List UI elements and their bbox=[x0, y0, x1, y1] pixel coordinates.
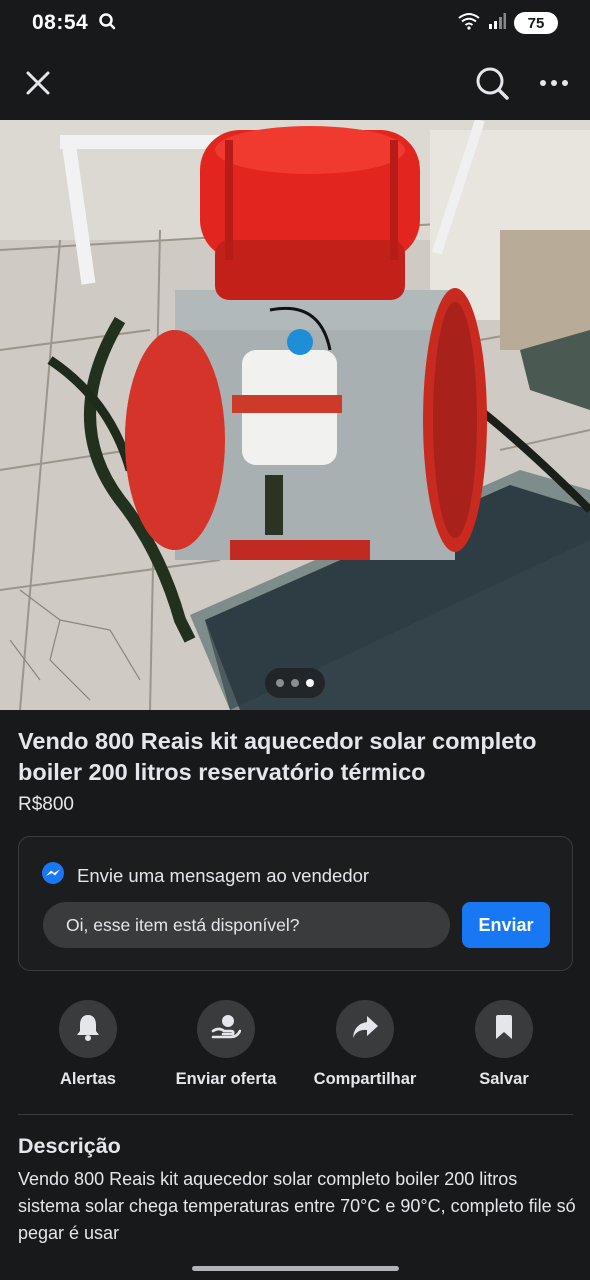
signal-icon bbox=[488, 12, 506, 35]
listing-price: R$800 bbox=[18, 794, 74, 815]
status-bar: 08:54 75 bbox=[0, 0, 590, 46]
wifi-icon bbox=[458, 12, 480, 35]
carousel-dot-active[interactable] bbox=[306, 679, 314, 687]
search-icon[interactable] bbox=[474, 65, 510, 101]
close-icon[interactable] bbox=[20, 65, 56, 101]
carousel-indicator[interactable] bbox=[265, 668, 325, 698]
send-offer-label: Enviar oferta bbox=[175, 1070, 277, 1088]
share-icon bbox=[351, 1014, 379, 1045]
search-status-icon bbox=[98, 12, 116, 35]
send-offer-button[interactable]: Enviar oferta bbox=[156, 1000, 296, 1089]
divider bbox=[18, 1114, 573, 1115]
alerts-button[interactable]: Alertas bbox=[18, 1000, 158, 1089]
save-circle[interactable] bbox=[475, 1000, 533, 1058]
bell-icon bbox=[75, 1013, 101, 1046]
message-seller-card: Envie uma mensagem ao vendedor Oi, esse … bbox=[18, 836, 573, 971]
bookmark-icon bbox=[494, 1014, 514, 1045]
status-left: 08:54 bbox=[32, 11, 116, 35]
listing-photo[interactable] bbox=[0, 120, 590, 710]
home-indicator[interactable] bbox=[192, 1266, 399, 1271]
nav-right bbox=[474, 65, 572, 101]
carousel-dot[interactable] bbox=[291, 679, 299, 687]
send-offer-circle[interactable] bbox=[197, 1000, 255, 1058]
message-header: Envie uma mensagem ao vendedor bbox=[41, 861, 369, 890]
description-heading: Descrição bbox=[18, 1134, 121, 1158]
share-circle[interactable] bbox=[336, 1000, 394, 1058]
share-button[interactable]: Compartilhar bbox=[295, 1000, 435, 1089]
battery-icon: 75 bbox=[514, 12, 558, 34]
carousel-dot[interactable] bbox=[276, 679, 284, 687]
share-label: Compartilhar bbox=[313, 1070, 417, 1088]
battery-level: 75 bbox=[527, 14, 545, 32]
alerts-circle[interactable] bbox=[59, 1000, 117, 1058]
more-icon[interactable] bbox=[536, 65, 572, 101]
save-label: Salvar bbox=[479, 1070, 529, 1088]
description-text: Vendo 800 Reais kit aquecedor solar comp… bbox=[18, 1169, 576, 1243]
message-input-value: Oi, esse item está disponível? bbox=[66, 914, 300, 935]
marketplace-listing-screen: 08:54 75 Vendo 800 Reais kit aquecedor s… bbox=[0, 0, 590, 1280]
listing-title: Vendo 800 Reais kit aquecedor solar comp… bbox=[18, 728, 537, 785]
status-time: 08:54 bbox=[32, 11, 89, 34]
alerts-label: Alertas bbox=[60, 1070, 116, 1088]
action-bar: Alertas Enviar oferta Compartilhar Salva… bbox=[0, 1000, 590, 1100]
messenger-icon bbox=[41, 861, 65, 890]
save-button[interactable]: Salvar bbox=[434, 1000, 574, 1089]
message-input[interactable]: Oi, esse item está disponível? bbox=[43, 902, 450, 948]
send-button[interactable]: Enviar bbox=[462, 902, 550, 948]
status-right: 75 bbox=[458, 12, 558, 35]
message-heading: Envie uma mensagem ao vendedor bbox=[77, 864, 370, 886]
top-nav bbox=[0, 46, 590, 120]
offer-icon bbox=[211, 1013, 242, 1046]
